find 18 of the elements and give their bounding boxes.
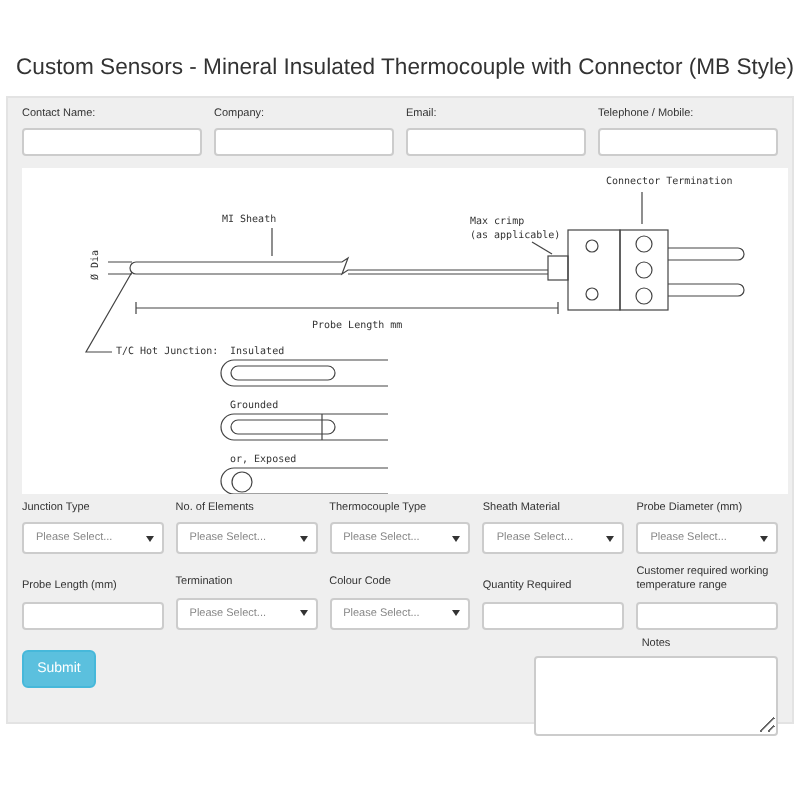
caret-icon [452, 535, 461, 542]
caret-icon [760, 535, 768, 542]
input-field[interactable] [22, 601, 164, 630]
input-field[interactable] [482, 601, 625, 630]
leader-line [271, 227, 273, 257]
caret-icon [452, 610, 461, 617]
caret-icon [299, 610, 308, 617]
leader-line [641, 191, 643, 225]
notes-field[interactable] [534, 655, 778, 736]
caret-icon [299, 535, 308, 542]
input-field[interactable] [406, 128, 586, 157]
caret-icon [145, 535, 154, 542]
input-field[interactable] [22, 128, 202, 157]
page-title: Custom Sensors - Mineral Insulated Thermocouple with Connector (MB Style) [14, 54, 797, 84]
input-field[interactable] [214, 128, 394, 157]
input-field[interactable] [636, 601, 778, 630]
caret-icon [606, 535, 615, 542]
input-field[interactable] [598, 128, 778, 157]
